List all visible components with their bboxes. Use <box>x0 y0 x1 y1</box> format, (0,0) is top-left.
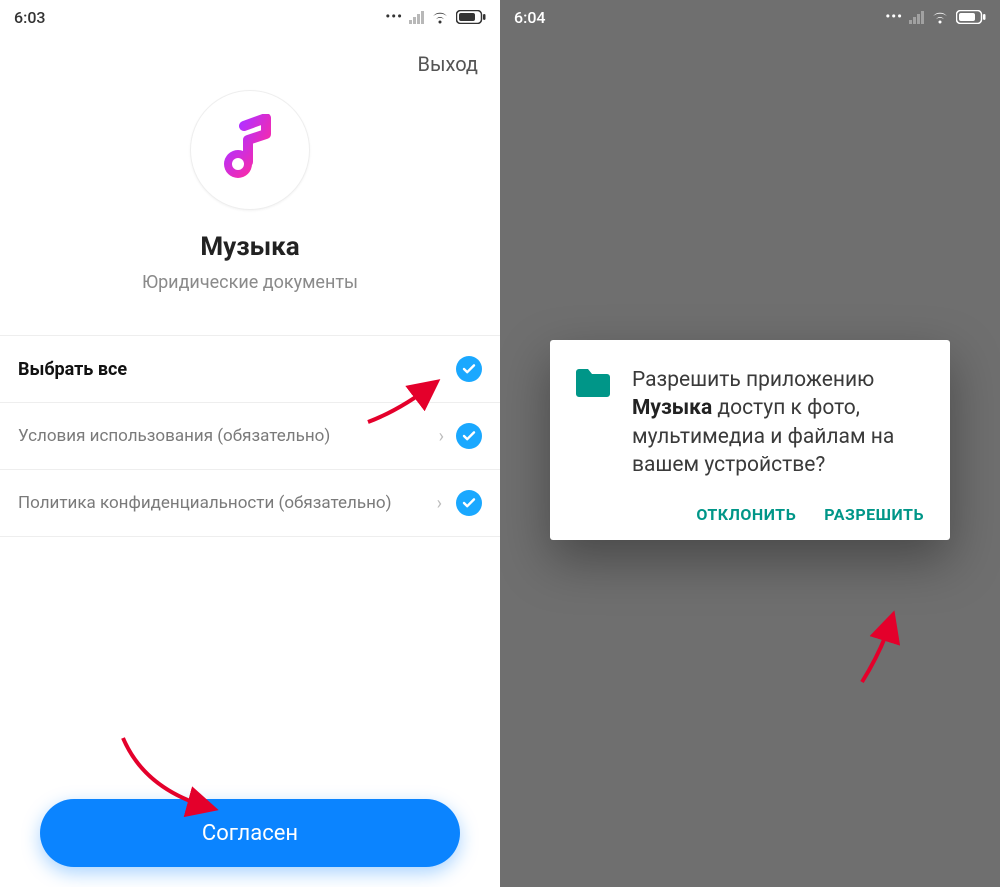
chevron-right-icon: › <box>437 493 442 514</box>
battery-icon <box>456 10 486 24</box>
chevron-right-icon: › <box>439 426 444 447</box>
checkbox-checked-icon[interactable] <box>456 423 482 449</box>
wifi-icon <box>930 10 950 25</box>
row-privacy[interactable]: Политика конфиденциальности (обязательно… <box>0 470 500 537</box>
row-label: Политика конфиденциальности (обязательно… <box>18 493 456 513</box>
app-subtitle: Юридические документы <box>0 272 500 293</box>
row-select-all[interactable]: Выбрать все <box>0 336 500 403</box>
folder-icon <box>572 366 614 408</box>
row-label: Условия использования (обязательно) <box>18 426 439 446</box>
signal-icon <box>909 11 924 24</box>
dialog-message: Разрешить приложению Музыка доступ к фот… <box>632 366 928 479</box>
agree-button[interactable]: Согласен <box>40 799 460 867</box>
status-bar: 6:03 ••• <box>0 0 500 34</box>
dialog-text-prefix: Разрешить приложению <box>632 368 874 392</box>
permission-dialog: Разрешить приложению Музыка доступ к фот… <box>550 340 950 540</box>
phone-right: 6:04 ••• Разрешить приложению Музыка дос… <box>500 0 1000 887</box>
status-icons: ••• <box>385 9 486 25</box>
status-time: 6:03 <box>14 8 46 27</box>
allow-button[interactable]: РАЗРЕШИТЬ <box>824 505 924 524</box>
status-icons: ••• <box>885 9 986 25</box>
status-time: 6:04 <box>514 8 546 27</box>
app-icon <box>190 90 310 210</box>
signal-icon <box>409 11 424 24</box>
more-dots-icon: ••• <box>885 9 903 25</box>
deny-button[interactable]: ОТКЛОНИТЬ <box>696 505 796 524</box>
dialog-app-name: Музыка <box>632 396 712 420</box>
more-dots-icon: ••• <box>385 9 403 25</box>
row-terms[interactable]: Условия использования (обязательно) › <box>0 403 500 470</box>
consent-list: Выбрать все Условия использования (обяза… <box>0 335 500 537</box>
status-bar: 6:04 ••• <box>500 0 1000 34</box>
phone-left: 6:03 ••• Выход <box>0 0 500 887</box>
battery-icon <box>956 10 986 24</box>
annotation-arrow-icon <box>840 610 920 690</box>
app-title: Музыка <box>0 232 500 262</box>
checkbox-checked-icon[interactable] <box>456 356 482 382</box>
row-label: Выбрать все <box>18 359 456 380</box>
checkbox-checked-icon[interactable] <box>456 490 482 516</box>
wifi-icon <box>430 10 450 25</box>
exit-link[interactable]: Выход <box>418 52 479 76</box>
